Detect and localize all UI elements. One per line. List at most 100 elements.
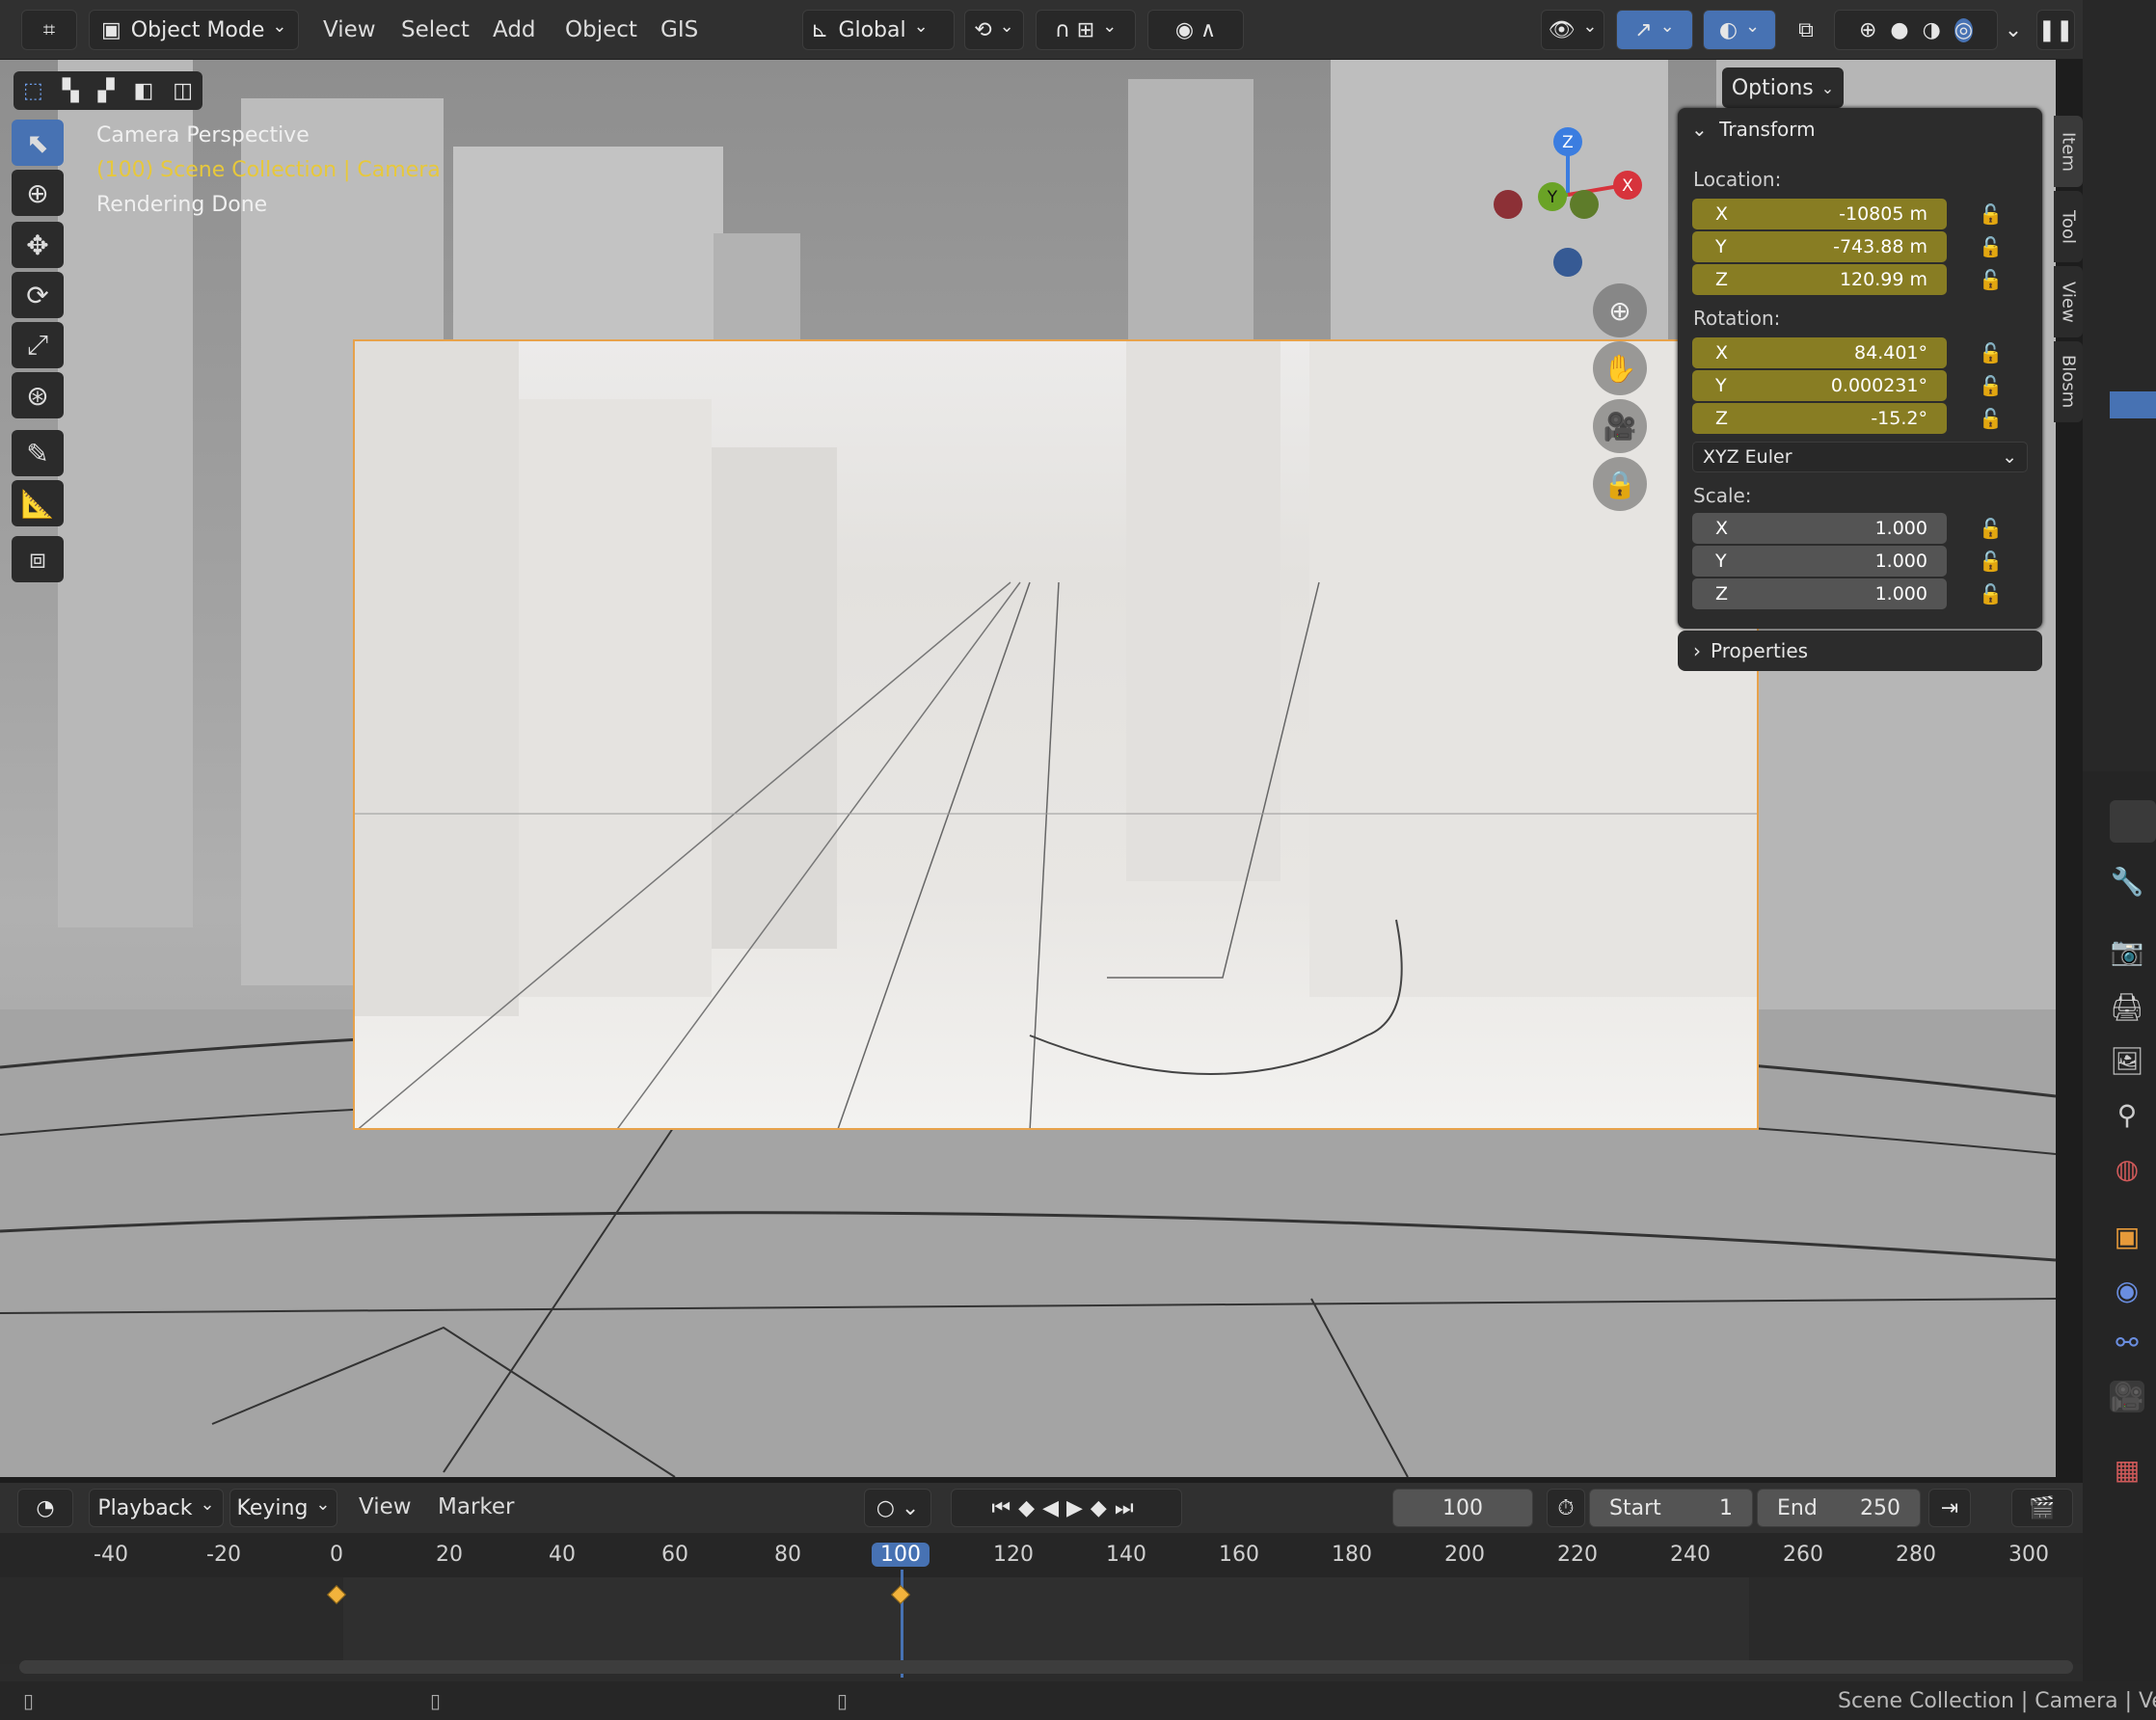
timeline-view-dropdown[interactable]: 🎬	[2011, 1489, 2073, 1527]
select-intersect-icon[interactable]: ◫	[173, 79, 193, 103]
keying-menu[interactable]: Keying	[229, 1489, 337, 1527]
cursor-tool[interactable]: ⊕	[12, 170, 64, 216]
menu-select[interactable]: Select	[393, 13, 477, 46]
wireframe-icon[interactable]: ⊕	[1859, 18, 1876, 42]
prev-keyframe-icon[interactable]: ◆	[1018, 1496, 1042, 1520]
rotation-z-field[interactable]: Z -15.2°	[1692, 403, 1947, 434]
menu-add[interactable]: Add	[485, 13, 544, 46]
start-frame-field[interactable]: Start 1	[1589, 1489, 1753, 1527]
transform-header[interactable]: ⌄ Transform	[1691, 118, 1816, 141]
tab-item[interactable]: Item	[2054, 116, 2083, 187]
menu-view[interactable]: View	[315, 13, 384, 46]
auto-keying-button[interactable]: ○ ⌄	[864, 1489, 931, 1527]
visibility-dropdown[interactable]: 👁	[1541, 10, 1604, 50]
tab-blosm[interactable]: Blosm	[2054, 341, 2083, 422]
current-frame-field[interactable]: 100	[1392, 1489, 1533, 1527]
lock-icon[interactable]: 🔓	[1979, 582, 2003, 605]
pan-button[interactable]: ✋	[1593, 341, 1647, 395]
jump-start-icon[interactable]: ⏮	[991, 1496, 1018, 1520]
rotation-y-field[interactable]: Y 0.000231°	[1692, 370, 1947, 401]
lock-camera-button[interactable]: 🔒	[1593, 457, 1647, 511]
frame-range-button[interactable]: ⇥	[1928, 1489, 1971, 1527]
outliner-selected-row[interactable]	[2110, 391, 2156, 418]
proportional-editing-button[interactable]: ◉ ∧	[1147, 10, 1244, 50]
location-z-field[interactable]: Z 120.99 m	[1692, 264, 1947, 295]
output-properties-icon[interactable]: 🖨	[2110, 991, 2144, 1023]
playback-controls[interactable]: ⏮ ◆ ◀ ▶ ◆ ⏭	[951, 1489, 1182, 1527]
transform-tool[interactable]: ⊛	[12, 372, 64, 418]
zoom-button[interactable]: ⊕	[1593, 283, 1647, 337]
select-subtract-icon[interactable]: ▞	[98, 79, 115, 103]
annotate-tool[interactable]: ✎	[12, 430, 64, 476]
timeline-menu-view[interactable]: View	[351, 1491, 419, 1523]
overlay-toggle[interactable]: ◐	[1703, 10, 1776, 50]
play-reverse-icon[interactable]: ◀	[1042, 1496, 1066, 1520]
select-box-tool[interactable]: ⬉	[12, 120, 64, 166]
shading-options-dropdown[interactable]: ⌄	[2000, 10, 2027, 50]
rendered-icon[interactable]: ◎	[1954, 17, 1974, 42]
navigation-gizmo[interactable]: Z Y X	[1485, 118, 1649, 291]
scale-x-field[interactable]: X 1.000	[1692, 513, 1947, 544]
gizmo-toggle[interactable]: ↗	[1616, 10, 1693, 50]
scene-properties-icon[interactable]: ⚲	[2110, 1099, 2144, 1131]
add-cube-tool[interactable]: ⧈	[12, 536, 64, 582]
lock-icon[interactable]: 🔓	[1979, 235, 2003, 258]
material-icon[interactable]: ◑	[1923, 18, 1941, 42]
tool-properties-icon[interactable]: 🔧	[2110, 866, 2144, 898]
lock-icon[interactable]: 🔓	[1979, 202, 2003, 226]
editor-type-button[interactable]: ⌗	[21, 10, 77, 50]
lock-icon[interactable]: 🔓	[1979, 550, 2003, 573]
editor-type-button[interactable]	[2110, 800, 2156, 843]
preview-range-button[interactable]: ⏱	[1547, 1489, 1585, 1527]
select-new-icon[interactable]: ⬚	[23, 79, 43, 103]
select-invert-icon[interactable]: ◧	[133, 79, 153, 103]
properties-panel-header[interactable]: › Properties	[1678, 631, 2042, 671]
transform-orientation-dropdown[interactable]: ⊾ Global	[802, 10, 955, 50]
playback-menu[interactable]: Playback	[89, 1489, 224, 1527]
menu-gis[interactable]: GIS	[653, 13, 706, 46]
mode-dropdown[interactable]: ▣ Object Mode	[89, 10, 299, 50]
world-properties-icon[interactable]: ◍	[2110, 1153, 2144, 1185]
scale-tool[interactable]: ⤢	[12, 322, 64, 368]
lock-icon[interactable]: 🔓	[1979, 268, 2003, 291]
jump-end-icon[interactable]: ⏭	[1115, 1496, 1142, 1520]
timeline-scrollbar[interactable]	[19, 1660, 2073, 1674]
physics-properties-icon[interactable]: ◉	[2110, 1275, 2144, 1306]
rotation-mode-dropdown[interactable]: XYZ Euler ⌄	[1692, 442, 2028, 472]
view-layer-icon[interactable]: 🖼	[2110, 1045, 2144, 1077]
xray-button[interactable]: ⧉	[1792, 10, 1820, 50]
measure-tool[interactable]: 📐	[12, 480, 64, 526]
timeline-menu-marker[interactable]: Marker	[430, 1491, 523, 1523]
timeline-editor-type-button[interactable]: ◔	[17, 1489, 73, 1527]
shading-buttons[interactable]: ⊕ ● ◑ ◎	[1834, 10, 1998, 50]
render-properties-icon[interactable]: 📷	[2110, 935, 2144, 967]
solid-icon[interactable]: ●	[1890, 18, 1908, 42]
play-icon[interactable]: ▶	[1066, 1496, 1091, 1520]
snap-dropdown[interactable]: ∩ ⊞	[1036, 10, 1136, 50]
texture-properties-icon[interactable]: ▦	[2110, 1454, 2144, 1486]
next-keyframe-icon[interactable]: ◆	[1091, 1496, 1115, 1520]
select-mode-buttons[interactable]: ⬚ ▚ ▞ ◧ ◫	[13, 71, 202, 110]
rotate-tool[interactable]: ⟳	[12, 272, 64, 318]
select-extend-icon[interactable]: ▚	[63, 79, 79, 103]
lock-icon[interactable]: 🔓	[1979, 517, 2003, 540]
menu-object[interactable]: Object	[557, 13, 645, 46]
pause-render-button[interactable]: ❚❚	[2036, 10, 2075, 50]
options-dropdown[interactable]: Options ⌄	[1722, 67, 1844, 108]
keyframe-area[interactable]	[0, 1577, 2083, 1664]
object-properties-icon[interactable]: ▣	[2110, 1221, 2144, 1252]
constraint-properties-icon[interactable]: ⚯	[2110, 1327, 2144, 1358]
rotation-x-field[interactable]: X 84.401°	[1692, 337, 1947, 368]
scale-z-field[interactable]: Z 1.000	[1692, 578, 1947, 609]
lock-icon[interactable]: 🔓	[1979, 341, 2003, 364]
lock-icon[interactable]: 🔓	[1979, 374, 2003, 397]
tab-tool[interactable]: Tool	[2054, 191, 2083, 262]
pivot-point-dropdown[interactable]: ⟲	[964, 10, 1024, 50]
location-x-field[interactable]: X -10805 m	[1692, 199, 1947, 229]
end-frame-field[interactable]: End 250	[1757, 1489, 1921, 1527]
camera-view-button[interactable]: 🎥	[1593, 399, 1647, 453]
object-data-camera-icon[interactable]: 🎥	[2110, 1381, 2144, 1412]
lock-icon[interactable]: 🔓	[1979, 407, 2003, 430]
location-y-field[interactable]: Y -743.88 m	[1692, 231, 1947, 262]
tab-view[interactable]: View	[2054, 266, 2083, 337]
